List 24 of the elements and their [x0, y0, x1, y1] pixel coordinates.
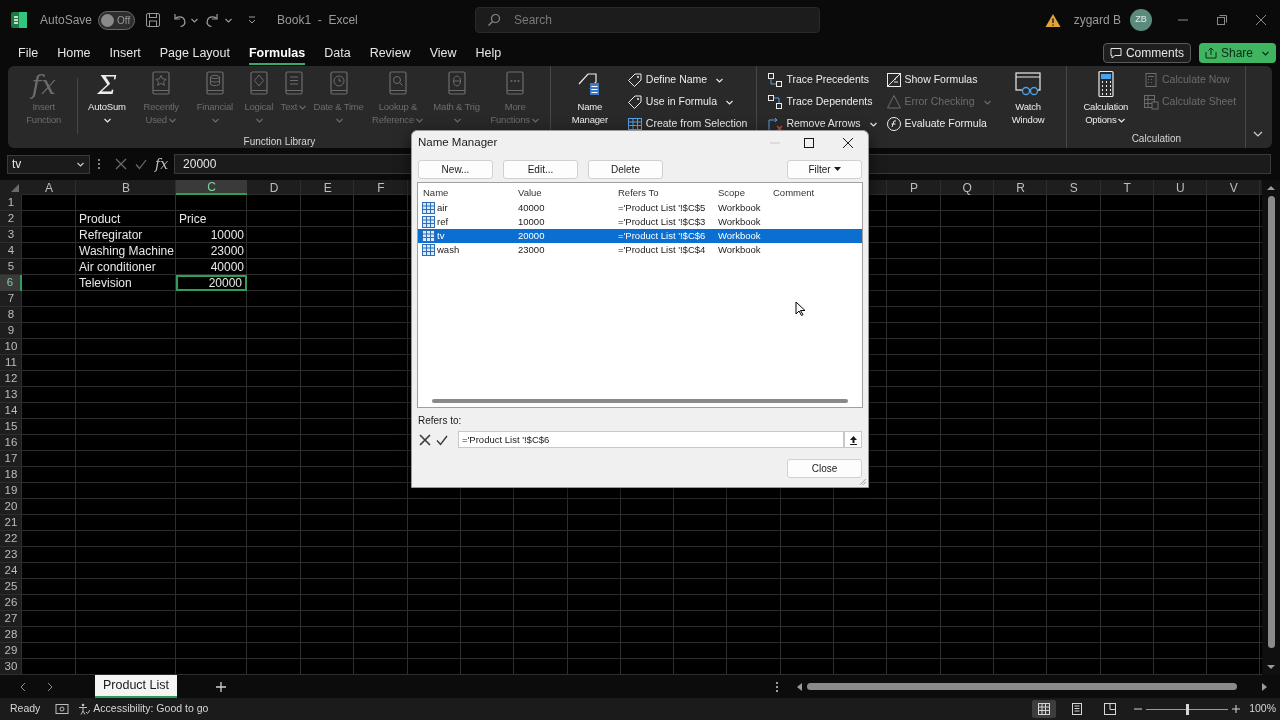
list-cell-text: 10000 [517, 215, 546, 230]
list-cell-text: 23000 [517, 243, 546, 258]
list-cell-text: Workbook [717, 243, 762, 258]
autosave-label: AutoSave [40, 12, 93, 29]
list-cell-text: Workbook [717, 215, 762, 230]
list-cell-text: Workbook [717, 201, 762, 216]
group-label: Function Library [243, 135, 316, 148]
list-cell-text: 40000 [517, 201, 546, 216]
list-cell: wash [437, 243, 460, 258]
list-cell-text: ='Product List '!$C$5 [617, 201, 707, 216]
list-cell-text: Workbook [717, 229, 762, 244]
list-cell: ref [437, 215, 449, 230]
document-title: Book1 - Excel [277, 12, 358, 29]
list-cell-text: ='Product List '!$C$4 [617, 243, 707, 258]
list-cell: air [437, 201, 448, 216]
list-cell-text: ='Product List '!$C$6 [617, 229, 707, 244]
dialog-title: Name Manager [418, 134, 498, 150]
group-label: Calculation [1131, 132, 1182, 145]
list-cell-text: 20000 [517, 229, 546, 244]
list-cell-text: ='Product List '!$C$3 [617, 215, 707, 230]
user-name: zygard B [1073, 12, 1121, 29]
status-text: Ready [10, 701, 41, 717]
list-cell: tv [437, 229, 445, 244]
field-label: Refers to: [418, 414, 463, 429]
